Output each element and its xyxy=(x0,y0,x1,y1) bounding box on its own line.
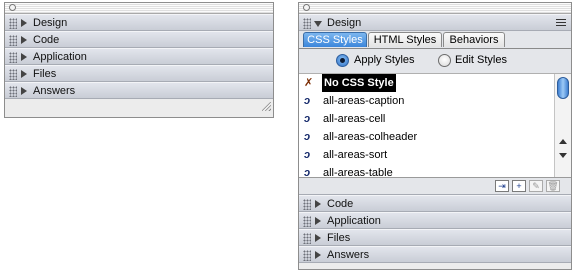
drag-grip-icon[interactable] xyxy=(9,52,17,63)
drag-grip-icon[interactable] xyxy=(303,216,311,227)
section-design[interactable]: Design xyxy=(5,14,273,31)
attach-stylesheet-icon[interactable]: ⇥ xyxy=(495,180,509,192)
disclosure-right-icon[interactable] xyxy=(21,53,27,61)
tab-html-styles[interactable]: HTML Styles xyxy=(368,32,442,47)
resize-grip-icon[interactable] xyxy=(262,102,271,111)
scroll-thumb[interactable] xyxy=(557,77,569,99)
style-label: all-areas-caption xyxy=(323,95,405,107)
style-label: all-areas-cell xyxy=(323,113,386,125)
section-label: Files xyxy=(33,68,57,80)
css-style-icon: ↄ xyxy=(304,113,311,125)
section-label: Design xyxy=(33,17,68,29)
left-panel: Design Code Application Files Answers xyxy=(4,2,274,118)
section-answers[interactable]: Answers xyxy=(299,246,571,263)
disclosure-right-icon[interactable] xyxy=(315,200,321,208)
list-item[interactable]: ↄ all-areas-colheader xyxy=(299,128,553,146)
drag-grip-icon[interactable] xyxy=(303,199,311,210)
styles-list-box: ✗ No CSS Style ↄ all-areas-caption ↄ all… xyxy=(299,74,571,178)
disclosure-right-icon[interactable] xyxy=(21,19,27,27)
section-files[interactable]: Files xyxy=(299,229,571,246)
section-code[interactable]: Code xyxy=(5,31,273,48)
section-label: Application xyxy=(327,215,381,227)
drag-grip-icon[interactable] xyxy=(9,86,17,97)
css-style-icon: ↄ xyxy=(304,167,311,177)
tab-bar: CSS Styles HTML Styles Behaviors xyxy=(299,31,571,49)
section-label: Design xyxy=(327,17,362,29)
drag-grip-icon[interactable] xyxy=(303,250,311,261)
no-style-icon: ✗ xyxy=(304,77,314,89)
panel-footer xyxy=(5,99,273,113)
css-style-icon: ↄ xyxy=(304,131,311,143)
style-label: all-areas-sort xyxy=(323,149,388,161)
disclosure-down-icon[interactable] xyxy=(314,21,322,27)
right-panel: Design CSS Styles HTML Styles Behaviors … xyxy=(298,2,572,270)
apply-styles-label[interactable]: Apply Styles xyxy=(354,54,415,66)
panel-titlebar[interactable] xyxy=(299,3,571,14)
drag-grip-icon[interactable] xyxy=(303,233,311,244)
list-item[interactable]: ✗ No CSS Style xyxy=(299,74,553,92)
section-label: Answers xyxy=(33,85,76,97)
panel-titlebar[interactable] xyxy=(5,3,273,14)
section-label: Answers xyxy=(327,249,370,261)
options-menu-icon[interactable] xyxy=(556,19,566,28)
styles-toolbar: ⇥ + ✎ 🗑 xyxy=(299,178,571,195)
section-files[interactable]: Files xyxy=(5,65,273,82)
drag-grip-icon[interactable] xyxy=(9,35,17,46)
disclosure-right-icon[interactable] xyxy=(315,251,321,259)
scroll-down-icon[interactable] xyxy=(559,153,567,158)
edit-styles-label[interactable]: Edit Styles xyxy=(455,54,507,66)
list-item[interactable]: ↄ all-areas-table xyxy=(299,164,553,177)
section-label: Code xyxy=(33,34,60,46)
edit-styles-radio[interactable] xyxy=(438,54,451,67)
section-answers[interactable]: Answers xyxy=(5,82,273,99)
close-button[interactable] xyxy=(303,4,310,11)
edit-style-icon[interactable]: ✎ xyxy=(529,180,543,192)
section-label: Code xyxy=(327,198,354,210)
disclosure-right-icon[interactable] xyxy=(21,70,27,78)
vertical-scrollbar[interactable] xyxy=(554,74,571,177)
style-mode-radios: Apply Styles Edit Styles xyxy=(299,49,571,74)
disclosure-right-icon[interactable] xyxy=(315,217,321,225)
disclosure-right-icon[interactable] xyxy=(21,87,27,95)
section-label: Files xyxy=(327,232,351,244)
delete-style-icon[interactable]: 🗑 xyxy=(546,180,560,192)
section-application[interactable]: Application xyxy=(5,48,273,65)
section-design[interactable]: Design xyxy=(299,14,571,31)
css-style-icon: ↄ xyxy=(304,149,311,161)
drag-grip-icon[interactable] xyxy=(9,69,17,80)
list-item[interactable]: ↄ all-areas-sort xyxy=(299,146,553,164)
section-code[interactable]: Code xyxy=(299,195,571,212)
close-button[interactable] xyxy=(9,4,16,11)
css-style-icon: ↄ xyxy=(304,95,311,107)
styles-list: ✗ No CSS Style ↄ all-areas-caption ↄ all… xyxy=(299,74,553,177)
style-label: all-areas-colheader xyxy=(323,131,418,143)
scroll-up-icon[interactable] xyxy=(559,139,567,144)
section-application[interactable]: Application xyxy=(299,212,571,229)
list-item[interactable]: ↄ all-areas-cell xyxy=(299,110,553,128)
tab-behaviors[interactable]: Behaviors xyxy=(443,32,505,47)
design-content: CSS Styles HTML Styles Behaviors Apply S… xyxy=(299,31,571,195)
tab-css-styles[interactable]: CSS Styles xyxy=(303,32,367,47)
section-label: Application xyxy=(33,51,87,63)
style-label: all-areas-table xyxy=(323,167,393,177)
apply-styles-radio[interactable] xyxy=(336,54,349,67)
new-style-icon[interactable]: + xyxy=(512,180,526,192)
disclosure-right-icon[interactable] xyxy=(315,234,321,242)
disclosure-right-icon[interactable] xyxy=(21,36,27,44)
list-item[interactable]: ↄ all-areas-caption xyxy=(299,92,553,110)
drag-grip-icon[interactable] xyxy=(303,18,311,29)
drag-grip-icon[interactable] xyxy=(9,18,17,29)
style-label: No CSS Style xyxy=(322,74,396,92)
